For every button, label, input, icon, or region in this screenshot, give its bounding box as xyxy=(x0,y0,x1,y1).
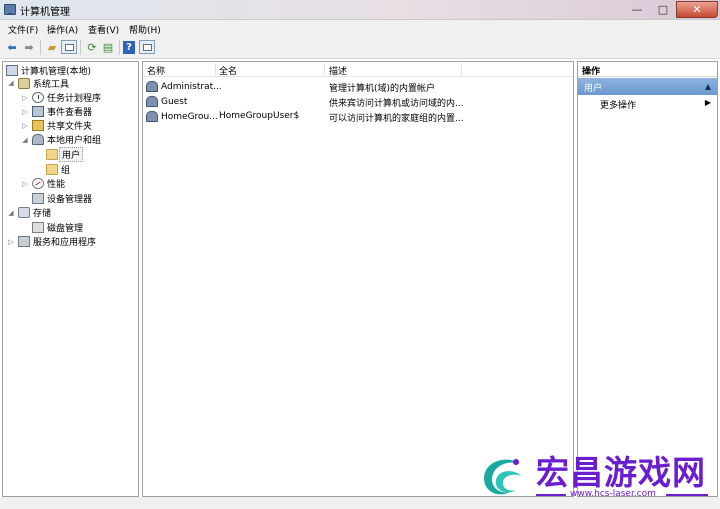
folder-icon xyxy=(46,149,58,160)
clock-icon xyxy=(32,92,44,103)
menu-bar: 文件(F) 操作(A) 查看(V) 帮助(H) xyxy=(0,20,720,37)
disk-icon xyxy=(32,222,44,233)
maximize-button[interactable]: □ xyxy=(650,1,676,18)
toolbar-separator xyxy=(119,40,120,55)
user-description: 管理计算机(域)的内置帐户 xyxy=(329,84,436,94)
show-hide-tree-icon[interactable] xyxy=(61,40,77,54)
watermark-rule xyxy=(536,494,566,496)
expand-arrow-icon[interactable]: ▷ xyxy=(7,238,15,246)
forward-arrow-icon[interactable]: ➡ xyxy=(21,40,37,55)
minimize-button[interactable]: — xyxy=(624,1,650,18)
watermark-url: www.hcs-laser.com xyxy=(570,489,656,499)
table-row[interactable]: HomeGrou... HomeGroupUser$ 可以访问计算机的家庭组的内… xyxy=(143,109,573,124)
computer-management-icon xyxy=(4,4,16,15)
performance-icon xyxy=(32,178,44,189)
export-list-icon[interactable]: ▤ xyxy=(100,40,116,55)
refresh-icon[interactable]: ⟳ xyxy=(84,40,100,55)
user-fullname: HomeGroupUser$ xyxy=(219,111,300,121)
chevron-right-icon[interactable]: ▶ xyxy=(705,98,711,107)
watermark-rule xyxy=(666,494,708,496)
user-icon xyxy=(146,96,158,107)
column-divider[interactable] xyxy=(324,63,325,75)
collapse-arrow-icon[interactable]: ◢ xyxy=(7,209,15,217)
tree-item-performance[interactable]: 性能 xyxy=(32,177,65,190)
user-list: 名称 全名 描述 Administrat... 管理计算机(域)的内置帐户 Gu… xyxy=(142,61,574,497)
actions-group-users[interactable]: 用户 ▲ xyxy=(578,78,717,95)
show-hide-action-pane-icon[interactable] xyxy=(139,40,155,54)
watermark: 宏昌游戏网 www.hcs-laser.com xyxy=(470,440,716,506)
toolbar-separator xyxy=(80,40,81,55)
watermark-logo-icon xyxy=(484,459,522,495)
menu-view[interactable]: 查看(V) xyxy=(88,23,119,36)
title-bar: 计算机管理 — □ ✕ xyxy=(0,0,720,20)
expand-arrow-icon[interactable]: ▷ xyxy=(21,108,29,116)
collapse-arrow-icon[interactable]: ◢ xyxy=(21,136,29,144)
user-icon xyxy=(146,81,158,92)
tree-item-groups[interactable]: 组 xyxy=(46,163,70,176)
list-header: 名称 全名 描述 xyxy=(143,62,573,77)
toolbar: ⬅ ➡ ▰ ⟳ ▤ ? xyxy=(0,37,720,59)
tree-item-users[interactable]: 用户 xyxy=(46,147,84,162)
tree-item-shared-folders[interactable]: 共享文件夹 xyxy=(32,119,92,132)
tree-item-event-viewer[interactable]: 事件查看器 xyxy=(32,105,92,118)
user-name: HomeGrou... xyxy=(161,111,218,122)
actions-pane: 操作 用户 ▲ 更多操作 ▶ xyxy=(577,61,718,497)
column-header-fullname[interactable]: 全名 xyxy=(219,64,237,77)
window-controls: — □ ✕ xyxy=(624,1,718,18)
user-icon xyxy=(146,111,158,122)
device-manager-icon xyxy=(32,193,44,204)
user-name: Guest xyxy=(161,96,188,107)
expand-arrow-icon[interactable]: ▷ xyxy=(21,122,29,130)
computer-icon xyxy=(6,65,18,76)
column-divider[interactable] xyxy=(461,63,462,75)
column-header-description[interactable]: 描述 xyxy=(329,64,347,77)
close-button[interactable]: ✕ xyxy=(676,1,718,18)
user-name: Administrat... xyxy=(161,81,222,92)
window-title: 计算机管理 xyxy=(20,7,70,18)
storage-icon xyxy=(18,207,30,218)
menu-file[interactable]: 文件(F) xyxy=(8,23,38,36)
tree-item-services-apps[interactable]: 服务和应用程序 xyxy=(18,235,96,248)
actions-header: 操作 xyxy=(578,62,717,77)
back-arrow-icon[interactable]: ⬅ xyxy=(4,40,20,55)
console-tree: 计算机管理(本地) ◢ 系统工具 ▷ 任务计划程序 ▷ 事件查看器 ▷ 共享文件… xyxy=(2,61,139,497)
actions-group-label: 用户 xyxy=(584,84,603,94)
services-icon xyxy=(18,236,30,247)
column-divider[interactable] xyxy=(215,63,216,75)
tree-root[interactable]: 计算机管理(本地) xyxy=(6,64,91,77)
column-header-name[interactable]: 名称 xyxy=(147,64,165,77)
up-folder-icon[interactable]: ▰ xyxy=(44,40,60,55)
users-group-icon xyxy=(32,134,44,145)
toolbar-separator xyxy=(40,40,41,55)
folder-icon xyxy=(46,164,58,175)
menu-help[interactable]: 帮助(H) xyxy=(129,23,161,36)
event-viewer-icon xyxy=(32,106,44,117)
user-description: 可以访问计算机的家庭组的内置... xyxy=(329,114,464,124)
tree-item-system-tools[interactable]: 系统工具 xyxy=(18,77,69,90)
expand-arrow-icon[interactable]: ▷ xyxy=(21,94,29,102)
tree-item-task-scheduler[interactable]: 任务计划程序 xyxy=(32,91,101,104)
tree-item-local-users-groups[interactable]: 本地用户和组 xyxy=(32,133,101,146)
collapse-arrow-icon[interactable]: ◢ xyxy=(7,79,15,87)
help-icon[interactable]: ? xyxy=(123,41,135,54)
menu-action[interactable]: 操作(A) xyxy=(47,23,78,36)
shared-folder-icon xyxy=(32,120,44,131)
tools-icon xyxy=(18,78,30,89)
user-description: 供来宾访问计算机或访问域的内... xyxy=(329,99,464,109)
watermark-title: 宏昌游戏网 xyxy=(536,453,706,492)
tree-item-device-manager[interactable]: 设备管理器 xyxy=(32,192,92,205)
tree-item-disk-management[interactable]: 磁盘管理 xyxy=(32,221,83,234)
table-row[interactable]: Guest 供来宾访问计算机或访问域的内... xyxy=(143,94,573,109)
collapse-caret-icon[interactable]: ▲ xyxy=(705,82,711,91)
expand-arrow-icon[interactable]: ▷ xyxy=(21,180,29,188)
tree-item-storage[interactable]: 存储 xyxy=(18,206,51,219)
table-row[interactable]: Administrat... 管理计算机(域)的内置帐户 xyxy=(143,79,573,94)
more-actions-link[interactable]: 更多操作 xyxy=(600,98,636,111)
